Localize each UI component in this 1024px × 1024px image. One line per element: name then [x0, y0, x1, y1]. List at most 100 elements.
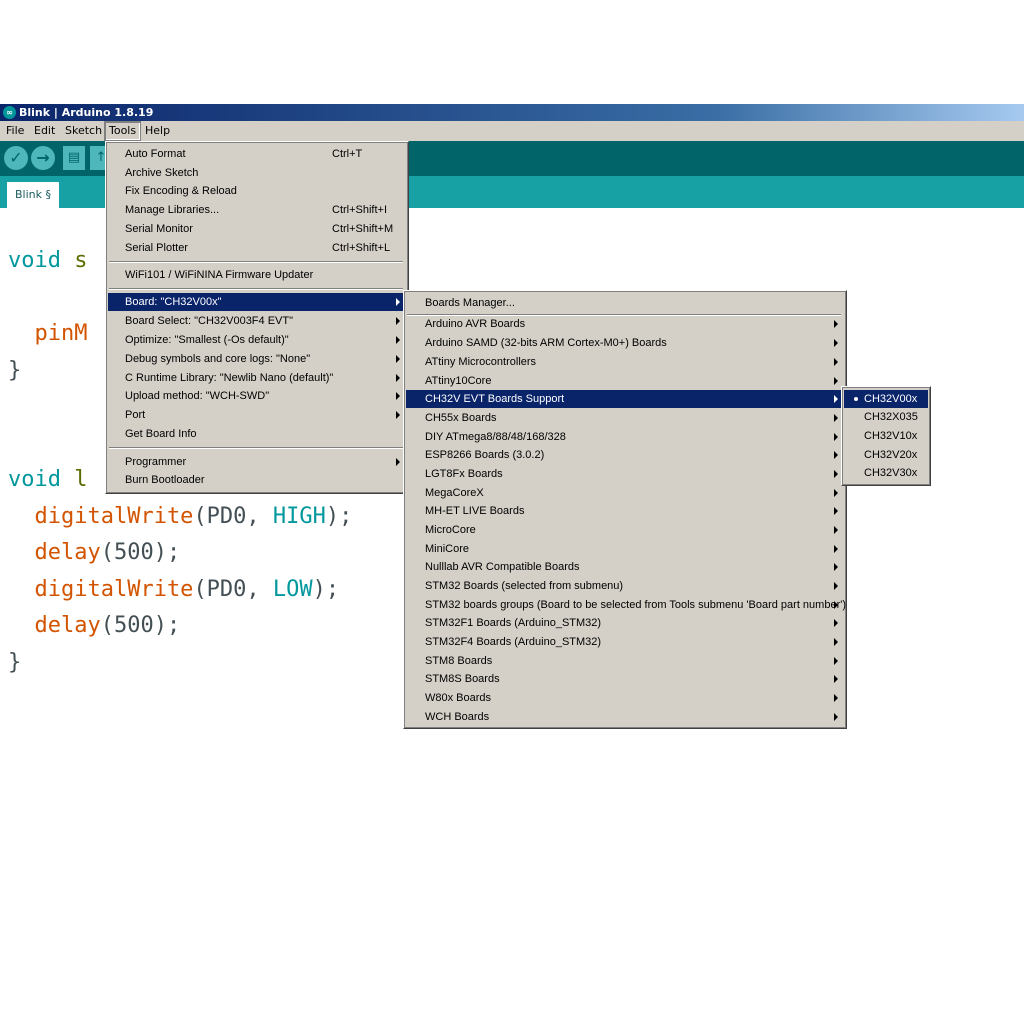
board-item[interactable]: Arduino AVR Boards — [406, 315, 844, 333]
submenu-arrow-icon — [834, 507, 838, 515]
menu-item-label: ATtiny10Core — [425, 375, 492, 387]
code-token: delay — [8, 613, 101, 638]
board-item[interactable]: LGT8Fx Boards — [406, 465, 844, 483]
menu-item-label: W80x Boards — [425, 692, 492, 704]
menu-item-c-runtime[interactable]: C Runtime Library: "Newlib Nano (default… — [108, 369, 406, 387]
code-line: void l — [8, 467, 87, 492]
new-icon[interactable]: ▤ — [63, 146, 85, 170]
board-item[interactable]: STM32 boards groups (Board to be selecte… — [406, 596, 846, 614]
board-item[interactable]: WCH Boards — [406, 708, 844, 726]
code-token: void — [8, 467, 61, 492]
board-item[interactable]: Nulllab AVR Compatible Boards — [406, 558, 844, 576]
menu-item-serial-monitor[interactable]: Serial Monitor Ctrl+Shift+M — [108, 220, 406, 238]
board-item[interactable]: STM32F4 Boards (Arduino_STM32) — [406, 633, 844, 651]
menu-item-label: Nulllab AVR Compatible Boards — [425, 561, 580, 573]
board-item[interactable]: Boards Manager... — [406, 294, 844, 312]
menu-item-debug-symbols[interactable]: Debug symbols and core logs: "None" — [108, 350, 406, 368]
chip-item[interactable]: CH32V10x — [844, 427, 928, 445]
board-item[interactable]: STM8 Boards — [406, 652, 844, 670]
tools-menu: Auto Format Ctrl+T Archive Sketch Fix Enc… — [105, 141, 409, 494]
menu-item-upload-method[interactable]: Upload method: "WCH-SWD" — [108, 387, 406, 405]
menu-item-label: Port — [125, 409, 146, 421]
upload-icon[interactable]: → — [31, 146, 55, 170]
board-item[interactable]: MH-ET LIVE Boards — [406, 502, 844, 520]
menu-item-label: LGT8Fx Boards — [425, 468, 503, 480]
menu-item-label: DIY ATmega8/88/48/168/328 — [425, 431, 566, 443]
board-item[interactable]: STM8S Boards — [406, 670, 844, 688]
code-token: (500); — [100, 540, 181, 565]
submenu-arrow-icon — [834, 526, 838, 534]
chip-item[interactable]: CH32V30x — [844, 464, 928, 482]
menu-item-wifi-updater[interactable]: WiFi101 / WiFiNINA Firmware Updater — [108, 266, 406, 284]
menu-item-label: C Runtime Library: "Newlib Nano (default… — [125, 372, 334, 384]
menu-item-label: ATtiny Microcontrollers — [425, 356, 537, 368]
menu-item-fix-encoding[interactable]: Fix Encoding & Reload — [108, 182, 406, 200]
menu-help[interactable]: Help — [141, 121, 174, 141]
menu-item-label: Upload method: "WCH-SWD" — [125, 390, 270, 402]
board-item[interactable]: ESP8266 Boards (3.0.2) — [406, 446, 844, 464]
chip-item-ch32v00x[interactable]: CH32V00x — [844, 390, 928, 408]
code-token: (500); — [100, 613, 181, 638]
board-item[interactable]: MiniCore — [406, 540, 844, 558]
code-line: void s — [8, 248, 87, 273]
menu-item-label: CH32X035 — [864, 411, 918, 423]
code-token: (PD0, — [193, 577, 273, 602]
code-line: } — [8, 358, 22, 383]
menu-sketch[interactable]: Sketch — [61, 121, 106, 141]
submenu-arrow-icon — [396, 374, 400, 382]
arduino-infinity-icon: ∞ — [3, 106, 16, 119]
menu-item-label: MicroCore — [425, 524, 476, 536]
menu-item-shortcut: Ctrl+Shift+I — [332, 204, 388, 216]
board-item[interactable]: STM32F1 Boards (Arduino_STM32) — [406, 614, 844, 632]
code-token: (PD0, — [193, 504, 273, 529]
tab-blink[interactable]: Blink § — [7, 182, 59, 208]
submenu-arrow-icon — [834, 320, 838, 328]
menu-item-get-board-info[interactable]: Get Board Info — [108, 425, 406, 443]
chip-item[interactable]: CH32V20x — [844, 446, 928, 464]
submenu-arrow-icon — [834, 713, 838, 721]
menu-item-label: Arduino SAMD (32-bits ARM Cortex-M0+) Bo… — [425, 337, 667, 349]
code-token: s — [60, 248, 88, 273]
menu-item-label: MegaCoreX — [425, 487, 484, 499]
submenu-arrow-icon — [834, 582, 838, 590]
menu-item-shortcut: Ctrl+Shift+L — [332, 242, 391, 254]
menu-item-board[interactable]: Board: "CH32V00x" — [108, 293, 406, 311]
menu-tools[interactable]: Tools — [104, 121, 142, 141]
verify-icon[interactable]: ✓ — [4, 146, 28, 170]
board-item[interactable]: W80x Boards — [406, 689, 844, 707]
board-item[interactable]: ATtiny10Core — [406, 372, 844, 390]
board-item[interactable]: MicroCore — [406, 521, 844, 539]
menu-item-archive-sketch[interactable]: Archive Sketch — [108, 164, 406, 182]
menu-item-serial-plotter[interactable]: Serial Plotter Ctrl+Shift+L — [108, 239, 406, 257]
menu-separator — [109, 288, 403, 290]
menu-item-auto-format[interactable]: Auto Format Ctrl+T — [108, 145, 406, 163]
menu-item-label: Archive Sketch — [125, 167, 199, 179]
submenu-arrow-icon — [396, 392, 400, 400]
board-item[interactable]: ATtiny Microcontrollers — [406, 353, 844, 371]
window-title: Blink | Arduino 1.8.19 — [19, 106, 154, 119]
menu-item-programmer[interactable]: Programmer — [108, 453, 406, 471]
submenu-arrow-icon — [834, 545, 838, 553]
menu-item-port[interactable]: Port — [108, 406, 406, 424]
chip-item[interactable]: CH32X035 — [844, 408, 928, 426]
menu-edit[interactable]: Edit — [30, 121, 59, 141]
menu-item-label: CH55x Boards — [425, 412, 497, 424]
menu-item-board-select[interactable]: Board Select: "CH32V003F4 EVT" — [108, 312, 406, 330]
menu-bar: File Edit Sketch Tools Help — [0, 121, 1024, 141]
board-item[interactable]: CH55x Boards — [406, 409, 844, 427]
board-item[interactable]: Arduino SAMD (32-bits ARM Cortex-M0+) Bo… — [406, 334, 844, 352]
board-item-ch32v-evt[interactable]: CH32V EVT Boards Support — [406, 390, 844, 408]
board-item[interactable]: DIY ATmega8/88/48/168/328 — [406, 428, 844, 446]
menu-file[interactable]: File — [2, 121, 28, 141]
menu-item-optimize[interactable]: Optimize: "Smallest (-Os default)" — [108, 331, 406, 349]
menu-item-burn-bootloader[interactable]: Burn Bootloader — [108, 471, 406, 489]
menu-item-label: Fix Encoding & Reload — [125, 185, 237, 197]
menu-item-label: CH32V30x — [864, 467, 918, 479]
submenu-arrow-icon — [834, 395, 838, 403]
menu-item-label: STM32F1 Boards (Arduino_STM32) — [425, 617, 602, 629]
menu-item-manage-libraries[interactable]: Manage Libraries... Ctrl+Shift+I — [108, 201, 406, 219]
board-item[interactable]: STM32 Boards (selected from submenu) — [406, 577, 844, 595]
code-token: digitalWrite — [8, 504, 194, 529]
submenu-arrow-icon — [396, 298, 400, 306]
board-item[interactable]: MegaCoreX — [406, 484, 844, 502]
